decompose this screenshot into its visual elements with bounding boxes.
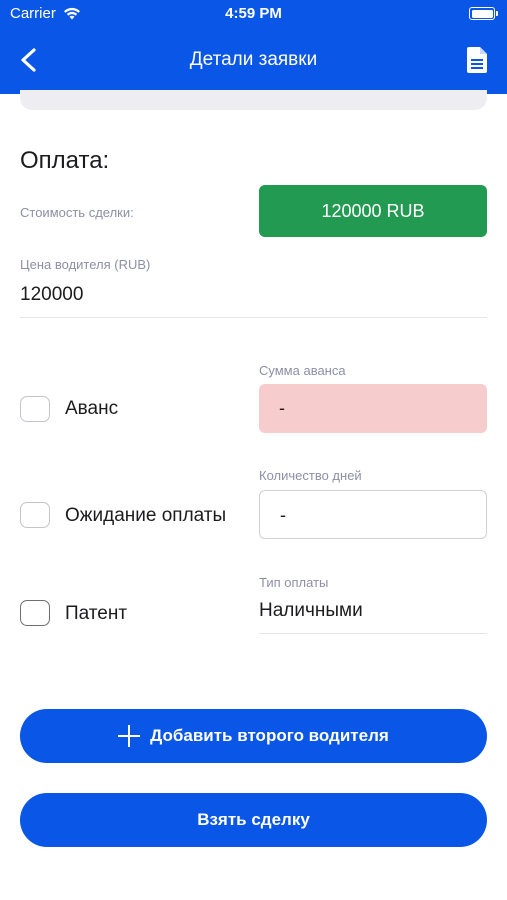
- advance-amount-field[interactable]: -: [259, 384, 487, 433]
- add-second-driver-label: Добавить второго водителя: [150, 726, 389, 745]
- payment-section-title: Оплата:: [20, 147, 110, 174]
- payment-type-label: Тип оплаты: [259, 575, 329, 590]
- battery-icon: [469, 7, 498, 20]
- deal-cost-label: Стоимость сделки:: [20, 205, 134, 220]
- take-deal-label: Взять сделку: [197, 810, 310, 829]
- awaiting-payment-checkbox[interactable]: [20, 502, 50, 528]
- days-count-label: Количество дней: [259, 468, 362, 483]
- awaiting-payment-label: Ожидание оплаты: [65, 505, 227, 526]
- days-count-field[interactable]: -: [259, 490, 487, 539]
- advance-checkbox[interactable]: [20, 396, 50, 422]
- deal-cost-badge: 120000 RUB: [259, 185, 487, 237]
- page-title: Детали заявки: [189, 49, 318, 70]
- payment-type-underline: [259, 633, 487, 634]
- previous-card-edge: [20, 90, 487, 110]
- add-second-driver-button[interactable]: Добавить второго водителя: [20, 709, 487, 763]
- navigation-header: Carrier 4:59 PM Детали заявки: [0, 0, 507, 94]
- advance-amount-label: Сумма аванса: [259, 363, 346, 378]
- plus-icon: [118, 725, 141, 747]
- status-bar: Carrier 4:59 PM: [0, 0, 507, 30]
- driver-price-label: Цена водителя (RUB): [20, 257, 151, 272]
- document-icon[interactable]: [467, 47, 487, 73]
- advance-label: Аванс: [65, 398, 119, 419]
- take-deal-button[interactable]: Взять сделку: [20, 793, 487, 847]
- driver-price-underline: [20, 317, 487, 318]
- status-time: 4:59 PM: [225, 5, 282, 22]
- driver-price-input[interactable]: 120000: [20, 284, 83, 306]
- payment-type-select[interactable]: Наличными: [259, 600, 363, 622]
- patent-label: Патент: [65, 603, 128, 624]
- patent-checkbox[interactable]: [20, 600, 50, 626]
